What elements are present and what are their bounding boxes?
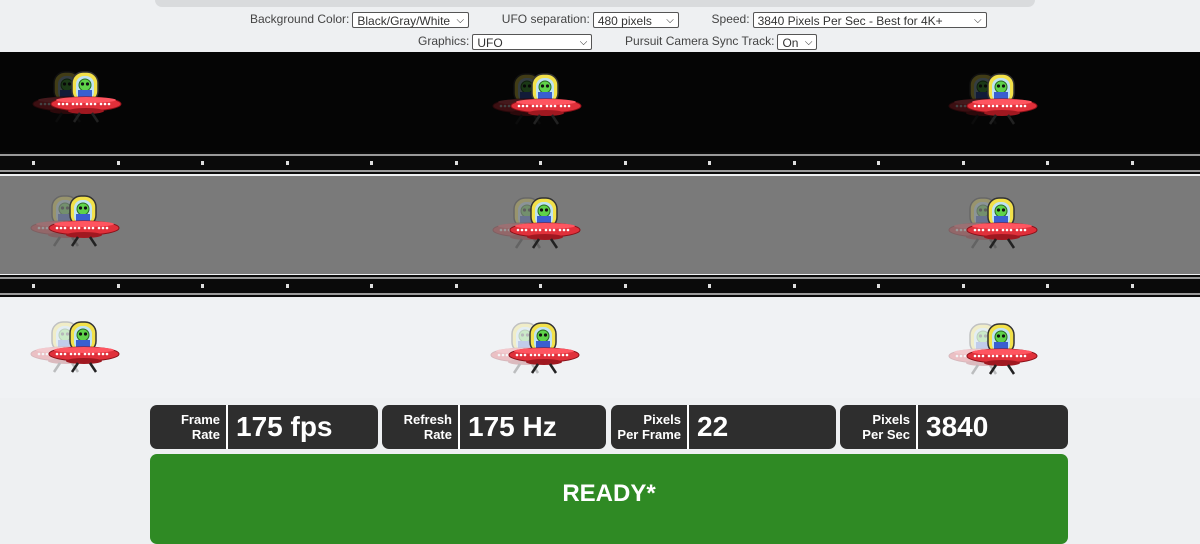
stat-refresh-rate: Refresh Rate 175 Hz [382, 405, 606, 449]
top-panel-edge [155, 0, 1035, 7]
speed-label: Speed: [711, 12, 750, 27]
stat-pixels-per-sec: Pixels Per Sec 3840 [840, 405, 1068, 449]
stat-label: Frame Rate [150, 405, 228, 449]
stat-label-line2: Per Sec [862, 427, 910, 442]
track-tick [962, 284, 965, 288]
track-tick [877, 161, 880, 165]
controls-row-1: Background Color: Black/Gray/White ⌵ UFO s… [250, 12, 987, 28]
track-tick [624, 284, 627, 288]
track-tick [286, 284, 289, 288]
track-tick [117, 284, 120, 288]
track-tick [624, 161, 627, 165]
stat-label-line1: Frame [180, 412, 220, 427]
track-tick [32, 161, 35, 165]
ufo-alien-icon [48, 194, 120, 250]
stat-value: 175 fps [236, 411, 333, 442]
stat-label-line1: Pixels [872, 412, 910, 427]
ufo-alien-icon [48, 320, 120, 376]
background-color-value: Black/Gray/White [357, 14, 451, 28]
stat-label: Refresh Rate [382, 405, 460, 449]
sync-track-1 [0, 152, 1200, 174]
graphics-value: UFO [477, 36, 503, 50]
stat-value: 3840 [926, 411, 989, 442]
track-tick [286, 161, 289, 165]
ufo-band-gray [0, 176, 1200, 274]
stat-frame-rate: Frame Rate 175 fps [150, 405, 378, 449]
track-tick [708, 161, 711, 165]
track-tick [117, 161, 120, 165]
ufo-alien-icon [50, 70, 122, 126]
stat-label-line2: Rate [191, 427, 220, 442]
track-tick [1046, 284, 1049, 288]
track-tick [1046, 161, 1049, 165]
track-tick [793, 161, 796, 165]
ufo-separation-select[interactable]: 480 pixels ⌵ [592, 12, 679, 28]
track-tick [370, 161, 373, 165]
stat-value: 22 [697, 411, 729, 442]
track-tick [32, 284, 35, 288]
track-tick [708, 284, 711, 288]
ufo-band-white [0, 298, 1200, 398]
graphics-label: Graphics: [418, 34, 470, 49]
stat-label: Pixels Per Frame [611, 405, 689, 449]
track-rail [0, 154, 1200, 156]
track-tick [1131, 161, 1134, 165]
chevron-down-icon: ⌵ [973, 15, 982, 26]
ufo-alien-icon [966, 196, 1038, 252]
ufo-alien-icon [966, 72, 1038, 128]
graphics-select[interactable]: UFO ⌵ [472, 34, 593, 50]
sync-track-2 [0, 275, 1200, 297]
track-tick [539, 284, 542, 288]
track-rail [0, 277, 1200, 279]
stat-label: Pixels Per Sec [840, 405, 918, 449]
track-tick [455, 284, 458, 288]
stat-label-line1: Refresh [403, 412, 452, 427]
chevron-down-icon: ⌵ [579, 37, 588, 48]
stat-label-line2: Rate [423, 427, 452, 442]
ufo-alien-icon [509, 196, 581, 252]
speed-value: 3840 Pixels Per Sec - Best for 4K+ [757, 14, 943, 28]
track-tick [201, 161, 204, 165]
chevron-down-icon: ⌵ [666, 15, 674, 26]
track-tick [1131, 284, 1134, 288]
ready-status-banner: READY* [150, 454, 1068, 544]
track-tick [455, 161, 458, 165]
track-tick [201, 284, 204, 288]
ufo-band-black [0, 52, 1200, 152]
track-rail [0, 293, 1200, 295]
track-tick [370, 284, 373, 288]
pursuit-camera-value: On [782, 36, 799, 50]
track-rail [0, 170, 1200, 172]
ufo-alien-icon [966, 322, 1038, 378]
ufo-alien-icon [508, 321, 580, 377]
track-tick [793, 284, 796, 288]
stat-label-line2: Per Frame [617, 427, 681, 442]
stat-label-line1: Pixels [643, 412, 681, 427]
ufo-separation-value: 480 pixels [597, 14, 652, 28]
pursuit-camera-select[interactable]: On ⌵ [777, 34, 818, 50]
stat-value: 175 Hz [468, 411, 557, 442]
chevron-down-icon: ⌵ [804, 37, 813, 48]
pursuit-camera-label: Pursuit Camera Sync Track: [625, 34, 775, 49]
stat-pixels-per-frame: Pixels Per Frame 22 [611, 405, 836, 449]
ufo-alien-icon [510, 72, 582, 128]
background-color-select[interactable]: Black/Gray/White ⌵ [352, 12, 470, 28]
controls-row-2: Graphics: UFO ⌵ Pursuit Camera Sync Track:… [418, 34, 818, 50]
chevron-down-icon: ⌵ [456, 15, 465, 26]
ufo-separation-label: UFO separation: [501, 12, 590, 27]
track-tick [539, 161, 542, 165]
speed-select[interactable]: 3840 Pixels Per Sec - Best for 4K+ ⌵ [752, 12, 987, 28]
track-tick [962, 161, 965, 165]
track-tick [877, 284, 880, 288]
background-color-label: Background Color: [250, 12, 350, 27]
